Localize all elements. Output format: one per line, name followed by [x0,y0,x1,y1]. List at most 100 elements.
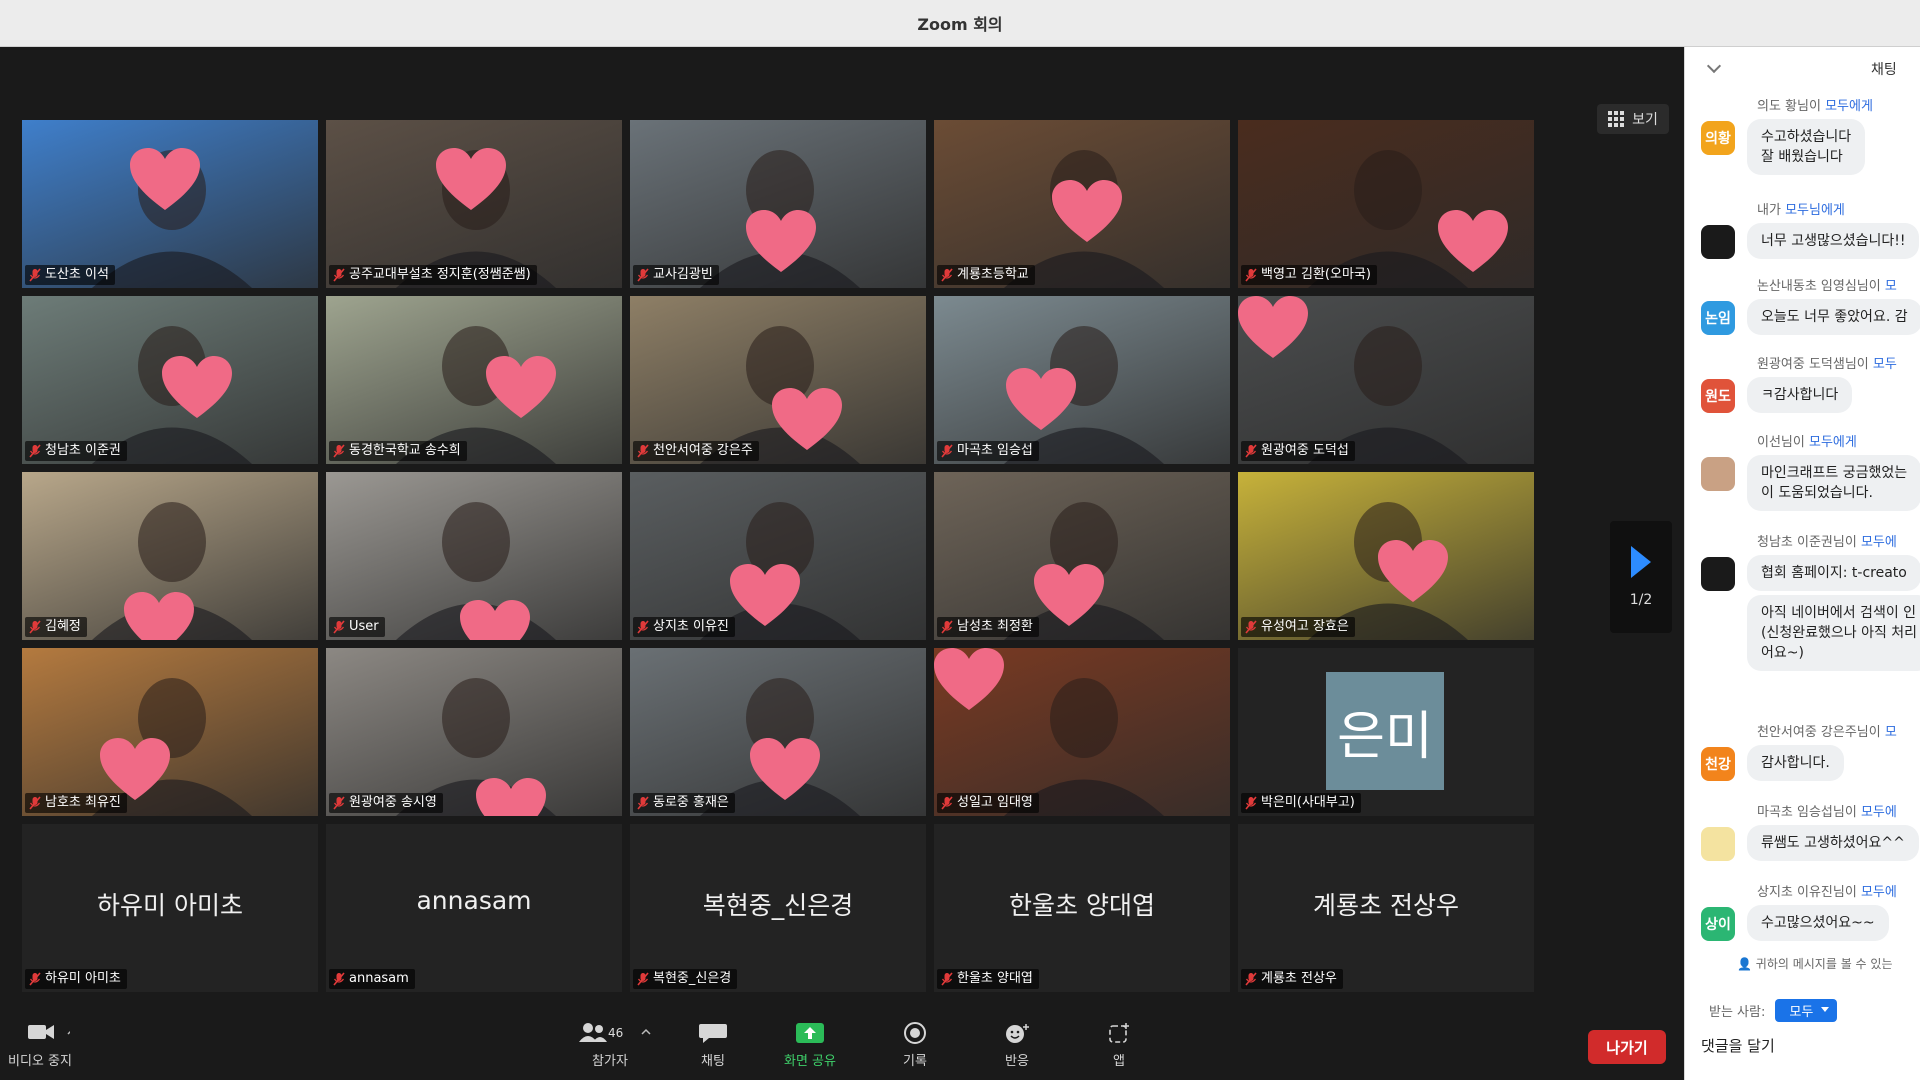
chat-recipient: 모 [1884,725,1897,740]
participant-tile[interactable]: 복현중_신은경 복현중_신은경 [630,824,926,992]
muted-mic-icon [1245,620,1257,634]
participant-tile[interactable]: 마곡초 임승섭 [934,296,1230,464]
participant-tile[interactable]: 상지초 이유진 [630,472,926,640]
participant-tile[interactable]: 한울초 양대엽 한울초 양대엽 [934,824,1230,992]
chat-message-bubble: 류쌤도 고생하셨어요^^ [1747,825,1919,861]
heart-sticker-icon [730,564,800,628]
participant-tile[interactable]: 동경한국학교 송수희 [326,296,622,464]
participant-name-tag: 복현중_신은경 [633,969,738,989]
chat-sender-avatar: 천강 [1701,747,1735,781]
muted-mic-icon [1245,972,1257,986]
heart-sticker-icon [124,592,194,640]
participant-name-tag: 한울초 양대엽 [937,969,1039,989]
participant-tile[interactable]: 천안서여중 강은주 [630,296,926,464]
chat-message-bubble: 마인크래프트 궁금했었는 이 도움되었습니다. [1747,455,1920,511]
participant-tile[interactable]: 원광여중 송시영 [326,648,622,816]
share-screen-button[interactable]: 화면 공유 [784,1022,836,1069]
participant-name-tag: 계룡초 전상우 [1241,969,1343,989]
heart-sticker-icon [772,388,842,452]
record-button[interactable]: 기록 [898,1022,932,1069]
participant-tile[interactable]: 유성여고 장효은 [1238,472,1534,640]
muted-mic-icon [29,268,41,282]
chat-sender-avatar: 상이 [1701,907,1735,941]
chat-message-bubble: 수고하셨습니다 잘 배웠습니다 [1747,119,1866,175]
chat-recipient: 모두에게 [1825,99,1873,114]
participant-tile[interactable]: 도산초 이석 [22,120,318,288]
chat-bubble-icon [699,1024,727,1043]
participant-tile[interactable]: 은미박은미(사대부고) [1238,648,1534,816]
participant-tile[interactable]: 백영고 김환(오마국) [1238,120,1534,288]
participant-name-tag: 원광여중 도덕섭 [1241,441,1355,461]
participant-tile[interactable]: 하유미 아미초 하유미 아미초 [22,824,318,992]
stop-video-button[interactable]: 비디오 중지 [8,1022,72,1069]
reactions-button[interactable]: 반응 [1000,1022,1034,1069]
participant-tile[interactable]: 원광여중 도덕섭 [1238,296,1534,464]
recipient-label: 받는 사람: [1709,1005,1766,1020]
chat-recipient: 모두에게 [1808,435,1857,450]
heart-sticker-icon [1378,540,1448,604]
participant-name: annasam [349,971,409,986]
participant-name: 성일고 임대영 [957,795,1033,810]
apps-button[interactable]: 앱 [1102,1022,1136,1069]
heart-sticker-icon [130,148,200,212]
chat-message-bubble: 협회 홈페이지: t-creato [1747,555,1920,591]
participant-name-tag: 김혜정 [25,617,87,637]
participant-tile[interactable]: 청남초 이준권 [22,296,318,464]
muted-mic-icon [333,796,345,810]
participant-display-name: 하유미 아미초 [97,891,243,920]
participant-tile[interactable]: 남호초 최유진 [22,648,318,816]
participant-name: 동로중 홍재은 [653,795,729,810]
participant-tile[interactable]: User [326,472,622,640]
participant-video [22,648,318,816]
heart-sticker-icon [1052,180,1122,244]
chat-sender: 의도 황님이 [1757,99,1821,114]
camera-icon [27,1025,70,1039]
chat-sender-avatar: 의황 [1701,121,1735,155]
meeting-toolbar: 비디오 중지 46 참가자 채팅 화면 공유 기록 반응 앱 나가기 [0,1014,1684,1080]
muted-mic-icon [941,444,953,458]
chat-recipient: 모두 [1872,357,1897,372]
next-page-button[interactable]: 1/2 [1610,521,1672,633]
chat-label: 채팅 [701,1054,725,1069]
participant-tile[interactable]: 교사김광빈 [630,120,926,288]
participant-tile[interactable]: 계룡초등학교 [934,120,1230,288]
chat-recipient: 모두에 [1860,535,1897,550]
chat-message-meta: 마곡초 임승섭님이 모두에 [1757,801,1897,820]
participant-avatar: 은미 [1326,672,1444,790]
chat-message-input[interactable] [1699,1035,1903,1055]
participant-name-tag: 박은미(사대부고) [1241,793,1361,813]
participant-tile[interactable]: 김혜정 [22,472,318,640]
recipient-select[interactable]: 모두 [1775,999,1838,1022]
chat-message-meta: 청남초 이준권님이 모두에 [1757,531,1897,550]
muted-mic-icon [941,620,953,634]
participant-tile[interactable]: 동로중 홍재은 [630,648,926,816]
meeting-area: 보기 도산초 이석 공주교대부설초 정지훈(정쌤준쌤) 교사김광빈 계룡초등학교 백영고… [0,47,1684,1014]
reaction-smiley-icon [1006,1024,1029,1043]
participant-name-tag: 천안서여중 강은주 [633,441,759,461]
participant-tile[interactable]: 공주교대부설초 정지훈(정쌤준쌤) [326,120,622,288]
muted-mic-icon [637,972,649,986]
participant-name-tag: annasam [329,969,415,989]
chat-button[interactable]: 채팅 [696,1022,730,1069]
participant-name-tag: 남호초 최유진 [25,793,127,813]
apps-icon [1109,1023,1129,1043]
participant-tile[interactable]: 계룡초 전상우 계룡초 전상우 [1238,824,1534,992]
leave-button[interactable]: 나가기 [1588,1030,1666,1064]
participant-tile[interactable]: 남성초 최정환 [934,472,1230,640]
participant-name-tag: 백영고 김환(오마국) [1241,265,1377,285]
participant-tile[interactable]: 성일고 임대영 [934,648,1230,816]
participant-tile[interactable]: annasam annasam [326,824,622,992]
participant-name: 공주교대부설초 정지훈(정쌤준쌤) [349,267,531,282]
participant-name: 청남초 이준권 [45,443,121,458]
chat-message-bubble: 너무 고생많으셨습니다!! [1747,223,1920,259]
participants-button[interactable]: 46 참가자 [562,1022,658,1069]
participant-name-tag: 동경한국학교 송수희 [329,441,467,461]
chevron-down-icon[interactable] [1706,58,1722,74]
participant-name: 계룡초 전상우 [1261,971,1337,986]
view-button[interactable]: 보기 [1597,104,1669,134]
chat-recipient: 모 [1884,279,1897,294]
chat-sender-avatar [1701,827,1735,861]
chat-message-meta: 이선님이 모두에게 [1757,431,1857,450]
participant-name-tag: 남성초 최정환 [937,617,1039,637]
participant-name-tag: 마곡초 임승섭 [937,441,1039,461]
